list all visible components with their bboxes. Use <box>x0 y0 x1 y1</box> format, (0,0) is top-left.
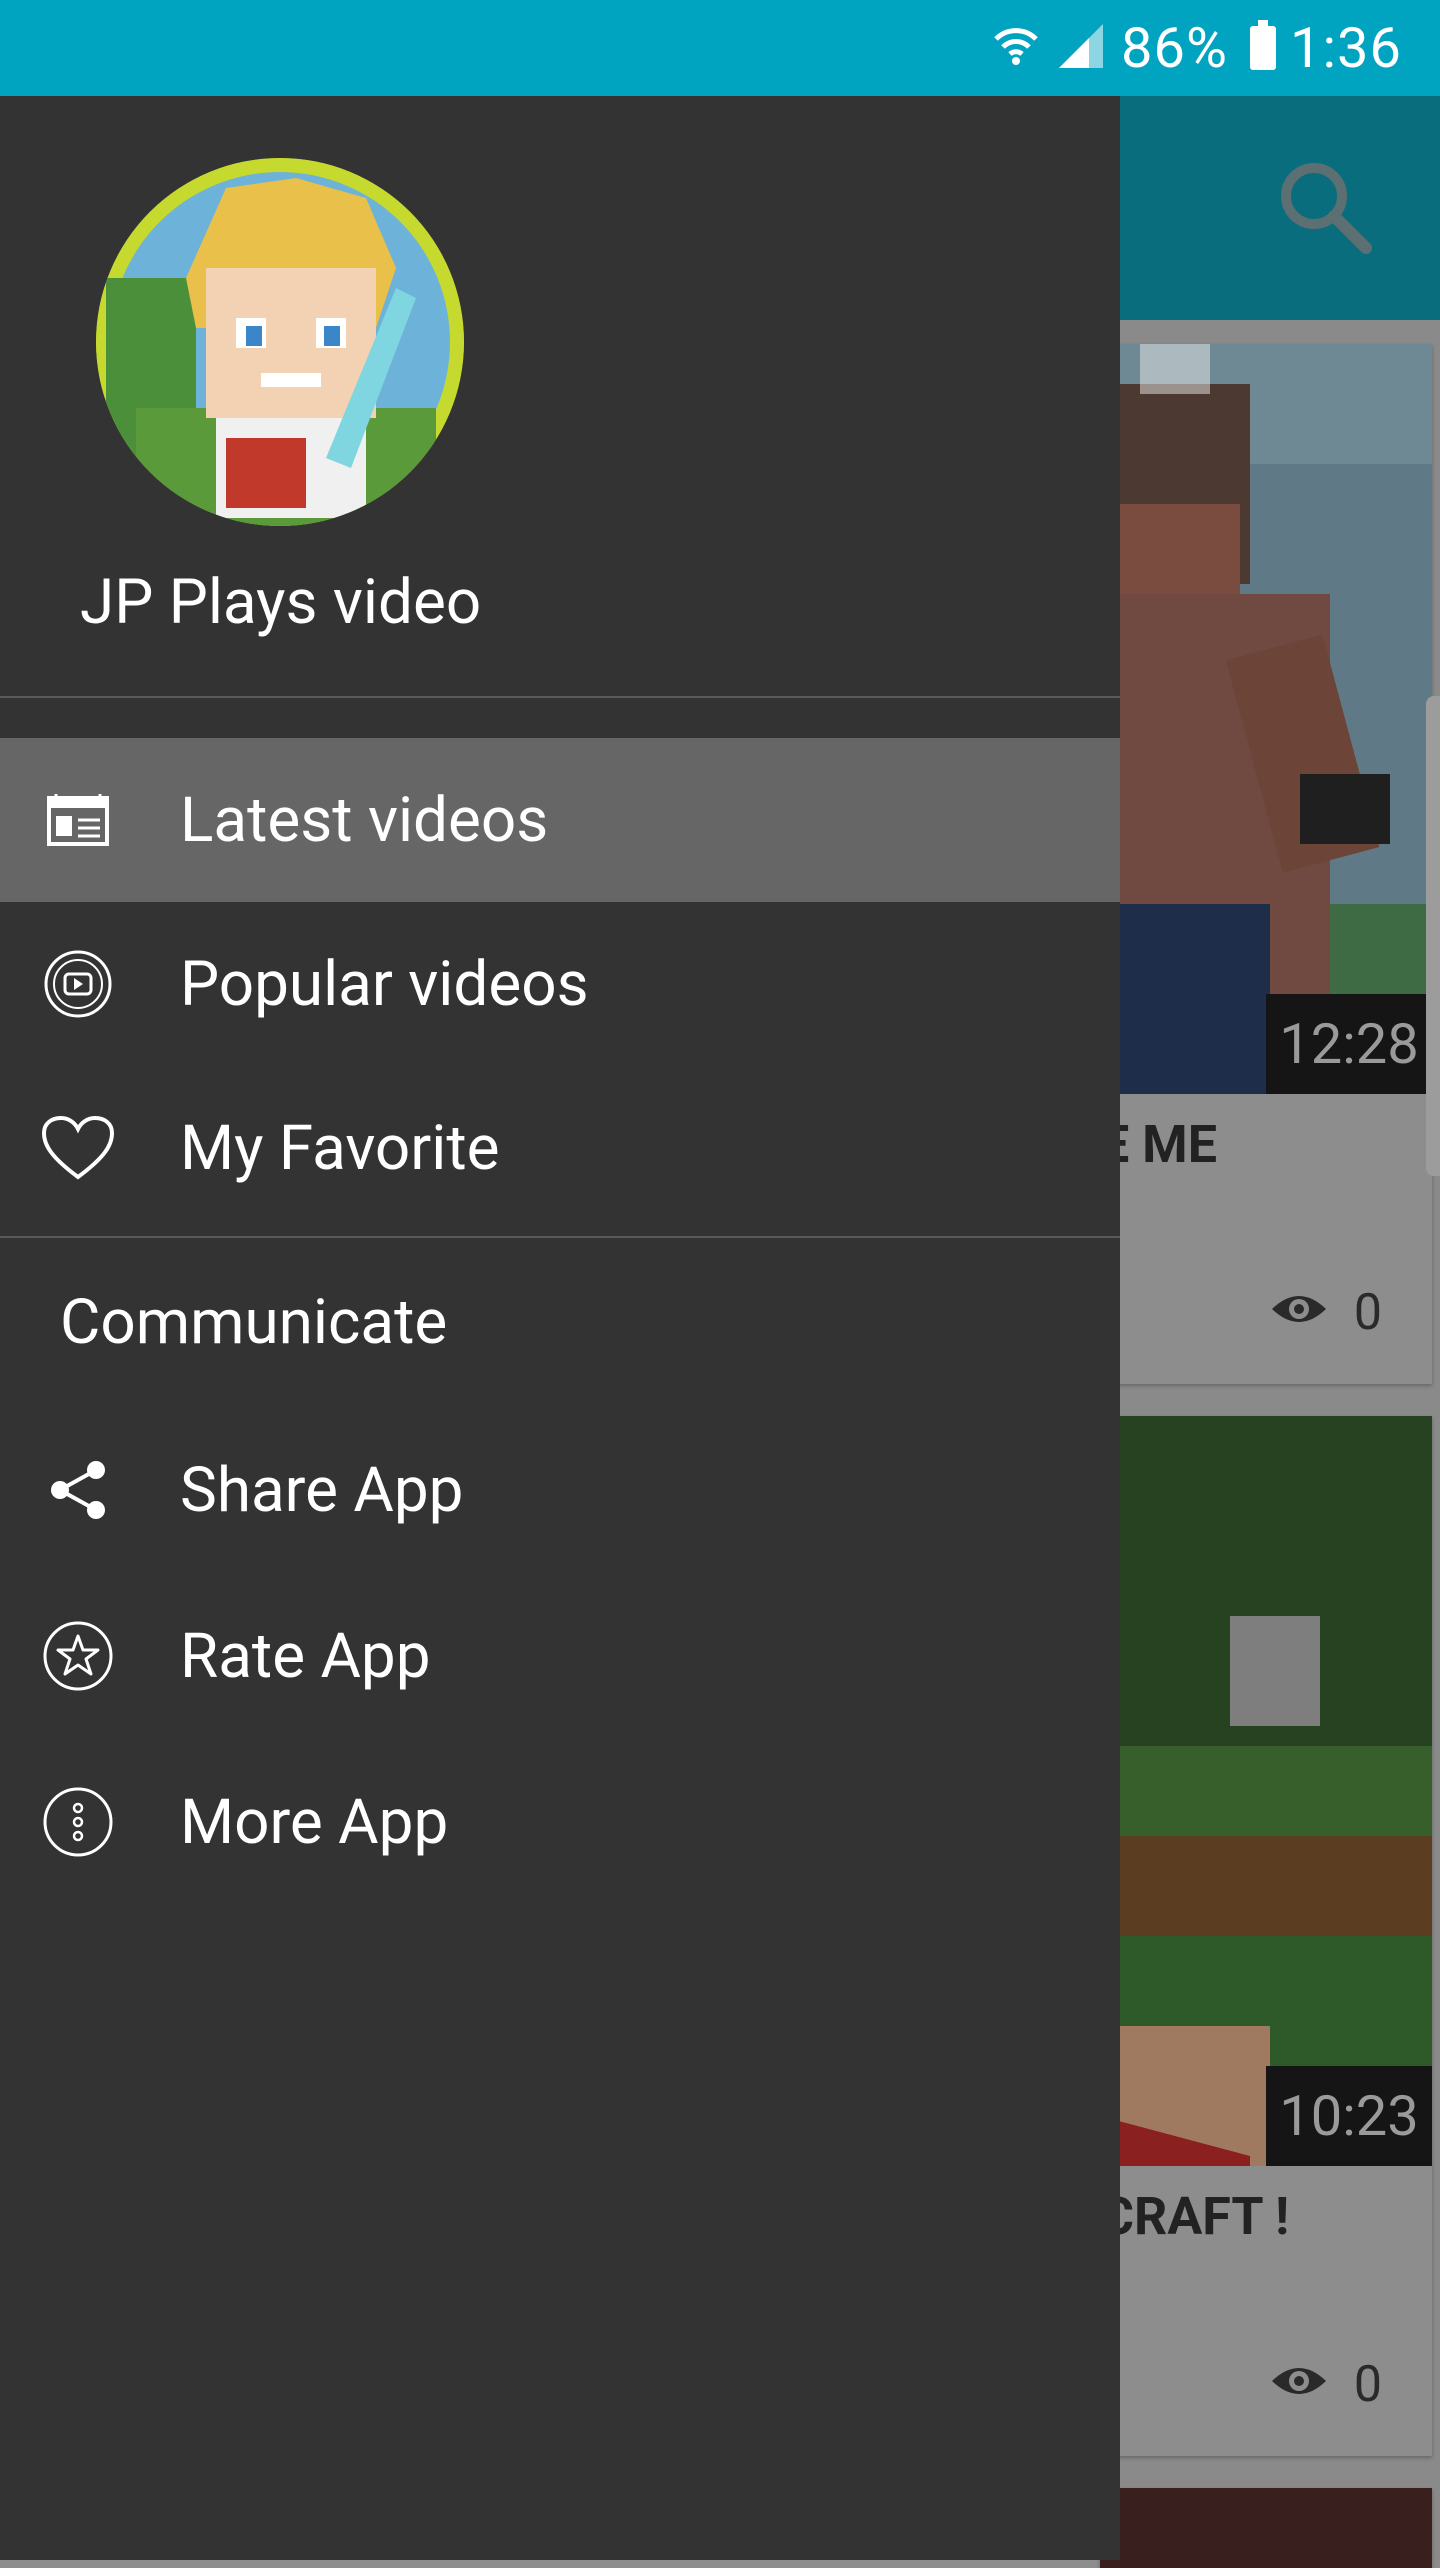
video-card[interactable] <box>1100 2488 1432 2568</box>
nav-item-popular-videos[interactable]: Popular videos <box>0 902 1120 1066</box>
view-count: 0 <box>1270 2356 1382 2414</box>
nav-item-more-app[interactable]: More App <box>0 1740 1120 1904</box>
nav-item-rate-app[interactable]: Rate App <box>0 1574 1120 1738</box>
nav-item-my-favorite[interactable]: My Favorite <box>0 1066 1120 1230</box>
share-icon <box>38 1450 118 1530</box>
navigation-drawer: JP Plays video Latest videos Popular vid… <box>0 96 1120 2560</box>
eye-icon <box>1270 1284 1328 1342</box>
clock: 1:36 <box>1290 15 1402 81</box>
divider <box>0 1236 1120 1238</box>
status-indicators: 86% 1:36 <box>991 0 1402 96</box>
nav-item-label: Latest videos <box>180 783 549 857</box>
scrollbar[interactable] <box>1426 696 1440 1176</box>
more-dots-icon <box>38 1782 118 1862</box>
nav-item-share-app[interactable]: Share App <box>0 1408 1120 1572</box>
video-thumbnail <box>1100 344 1432 1094</box>
calendar-icon <box>38 780 118 860</box>
avatar <box>96 158 464 526</box>
view-count-value: 0 <box>1353 1284 1382 1342</box>
nav-item-latest-videos[interactable]: Latest videos <box>0 738 1120 902</box>
app-name: JP Plays video <box>80 566 482 639</box>
star-circle-icon <box>38 1616 118 1696</box>
video-duration: 12:28 <box>1266 994 1432 1094</box>
battery-percent: 86% <box>1121 15 1229 81</box>
section-header-communicate: Communicate <box>60 1286 448 1359</box>
battery-icon <box>1250 20 1277 70</box>
wifi-icon <box>991 21 1041 75</box>
heart-icon <box>38 1108 118 1188</box>
nav-item-label: My Favorite <box>180 1111 500 1185</box>
signal-icon <box>1055 20 1107 76</box>
video-title: E ME <box>1100 1114 1217 1175</box>
view-count: 0 <box>1270 1284 1382 1342</box>
video-title: CRAFT ! <box>1100 2186 1290 2247</box>
eye-icon <box>1270 2356 1328 2414</box>
video-thumbnail <box>1100 1416 1432 2166</box>
divider <box>0 696 1120 698</box>
play-circle-icon <box>38 944 118 1024</box>
nav-item-label: Popular videos <box>180 947 589 1021</box>
video-card[interactable]: 10:23 CRAFT ! 0 <box>1100 1416 1432 2456</box>
video-card[interactable]: 12:28 E ME 0 <box>1100 344 1432 1384</box>
view-count-value: 0 <box>1353 2356 1382 2414</box>
search-icon[interactable] <box>1270 152 1380 262</box>
nav-item-label: More App <box>180 1785 449 1859</box>
nav-item-label: Rate App <box>180 1619 431 1693</box>
status-bar: 86% 1:36 <box>0 0 1440 96</box>
nav-item-label: Share App <box>180 1453 464 1527</box>
video-duration: 10:23 <box>1266 2066 1432 2166</box>
